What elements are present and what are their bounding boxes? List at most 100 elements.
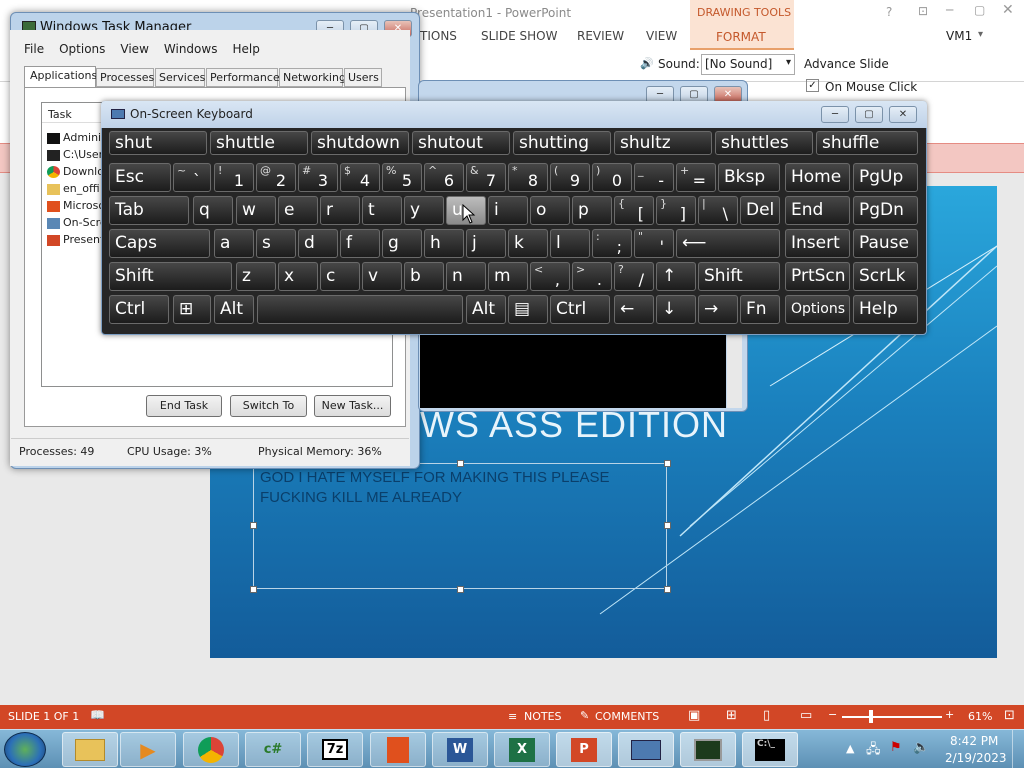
menu-help[interactable]: Help: [232, 42, 259, 56]
action-center-icon[interactable]: ⚑: [890, 740, 902, 755]
minimize-icon[interactable]: ─: [946, 3, 953, 17]
show-desktop-button[interactable]: [1012, 730, 1024, 768]
notes-icon[interactable]: ≡: [508, 710, 517, 723]
key-del[interactable]: Del: [740, 196, 780, 225]
clock-date[interactable]: 2/19/2023: [945, 751, 1007, 765]
tab-performance[interactable]: Performance: [206, 68, 280, 87]
key-y[interactable]: y: [404, 196, 444, 225]
key-e[interactable]: e: [278, 196, 318, 225]
key-space[interactable]: [257, 295, 463, 324]
key-enter[interactable]: ⟵: [676, 229, 780, 258]
key-d[interactable]: d: [298, 229, 338, 258]
normal-view-icon[interactable]: ▣: [688, 708, 700, 723]
zoom-level[interactable]: 61%: [968, 710, 992, 723]
sound-dropdown[interactable]: [No Sound] ▾: [701, 54, 795, 75]
comments-button[interactable]: COMMENTS: [595, 710, 659, 723]
minimize-button[interactable]: ─: [821, 106, 849, 123]
key-right-arrow[interactable]: →: [698, 295, 738, 324]
office-taskbar-icon[interactable]: [370, 732, 426, 767]
maximize-button[interactable]: ▢: [855, 106, 883, 123]
slideshow-icon[interactable]: ▭: [800, 708, 812, 723]
key-x[interactable]: x: [278, 262, 318, 291]
end-task-button[interactable]: End Task: [146, 395, 222, 417]
tab-view[interactable]: VIEW: [646, 29, 677, 43]
key-n[interactable]: n: [446, 262, 486, 291]
key-period[interactable]: >.: [572, 262, 612, 291]
resize-handle[interactable]: [664, 460, 671, 467]
scrollbar[interactable]: [727, 332, 742, 408]
key-8[interactable]: * 8: [508, 163, 548, 192]
key-4[interactable]: $4: [340, 163, 380, 192]
comments-icon[interactable]: ✎: [580, 709, 589, 722]
key-z[interactable]: z: [236, 262, 276, 291]
list-item[interactable]: C:\User: [47, 146, 107, 163]
key-right-ctrl[interactable]: Ctrl: [550, 295, 610, 324]
key-s[interactable]: s: [256, 229, 296, 258]
key-k[interactable]: k: [508, 229, 548, 258]
list-item[interactable]: Downlo: [47, 163, 107, 180]
prediction-key[interactable]: shutdown: [311, 131, 409, 155]
key-options[interactable]: Options: [785, 295, 850, 324]
resize-handle[interactable]: [664, 586, 671, 593]
key-open-bracket[interactable]: {[: [614, 196, 654, 225]
key-5[interactable]: % 5: [382, 163, 422, 192]
key-prtscn[interactable]: PrtScn: [785, 262, 850, 291]
list-item[interactable]: On-Scre: [47, 214, 107, 231]
resize-handle[interactable]: [457, 460, 464, 467]
network-icon[interactable]: 🖧: [866, 740, 881, 762]
list-item[interactable]: Present: [47, 231, 107, 248]
resize-handle[interactable]: [250, 586, 257, 593]
list-item[interactable]: Adminis: [47, 129, 107, 146]
windows-key-icon[interactable]: ⊞: [173, 295, 211, 324]
fit-slide-icon[interactable]: ⊡: [1004, 708, 1015, 723]
key-3[interactable]: #3: [298, 163, 338, 192]
key-w[interactable]: w: [236, 196, 276, 225]
excel-taskbar-icon[interactable]: X: [494, 732, 550, 767]
key-f[interactable]: f: [340, 229, 380, 258]
on-mouse-click-checkbox[interactable]: ✓: [806, 79, 819, 92]
key-7[interactable]: & 7: [466, 163, 506, 192]
zoom-in-icon[interactable]: +: [945, 708, 954, 721]
key-close-bracket[interactable]: }]: [656, 196, 696, 225]
user-name[interactable]: VM1: [946, 29, 972, 43]
tab-slide-show[interactable]: SLIDE SHOW: [481, 29, 557, 43]
key-minus[interactable]: _ -: [634, 163, 674, 192]
notes-button[interactable]: NOTES: [524, 710, 562, 723]
key-right-alt[interactable]: Alt: [466, 295, 506, 324]
key-g[interactable]: g: [382, 229, 422, 258]
key-9[interactable]: (9: [550, 163, 590, 192]
key-tilde[interactable]: ~ `: [173, 163, 211, 192]
key-l[interactable]: l: [550, 229, 590, 258]
key-a[interactable]: a: [214, 229, 254, 258]
key-backspace[interactable]: Bksp: [718, 163, 780, 192]
show-hidden-icons-icon[interactable]: ▲: [846, 742, 854, 755]
reading-view-icon[interactable]: ▯: [763, 708, 770, 723]
key-tab[interactable]: Tab: [109, 196, 189, 225]
cmd-taskbar-icon[interactable]: C:\_: [742, 732, 798, 767]
key-caps[interactable]: Caps: [109, 229, 210, 258]
prediction-key[interactable]: shuffle: [816, 131, 918, 155]
key-q[interactable]: q: [193, 196, 233, 225]
slide-sorter-icon[interactable]: ⊞: [726, 708, 737, 723]
key-fn[interactable]: Fn: [740, 295, 780, 324]
key-quote[interactable]: " ': [634, 229, 674, 258]
key-home[interactable]: Home: [785, 163, 850, 192]
key-b[interactable]: b: [404, 262, 444, 291]
key-v[interactable]: v: [362, 262, 402, 291]
key-down-arrow[interactable]: ↓: [656, 295, 696, 324]
explorer-taskbar-icon[interactable]: [62, 732, 118, 767]
7zip-taskbar-icon[interactable]: 7z: [307, 732, 363, 767]
tab-networking[interactable]: Networking: [279, 68, 346, 87]
key-right-shift[interactable]: Shift: [698, 262, 780, 291]
key-2[interactable]: @2: [256, 163, 296, 192]
key-slash[interactable]: ? /: [614, 262, 654, 291]
key-0[interactable]: ) 0: [592, 163, 632, 192]
key-left-alt[interactable]: Alt: [214, 295, 254, 324]
key-help[interactable]: Help: [853, 295, 918, 324]
key-t[interactable]: t: [362, 196, 402, 225]
prediction-key[interactable]: shuttle: [210, 131, 308, 155]
volume-icon[interactable]: 🔈: [913, 740, 929, 755]
key-j[interactable]: j: [466, 229, 506, 258]
key-6[interactable]: ^ 6: [424, 163, 464, 192]
restore-ribbon-icon[interactable]: ⊡: [918, 4, 928, 18]
